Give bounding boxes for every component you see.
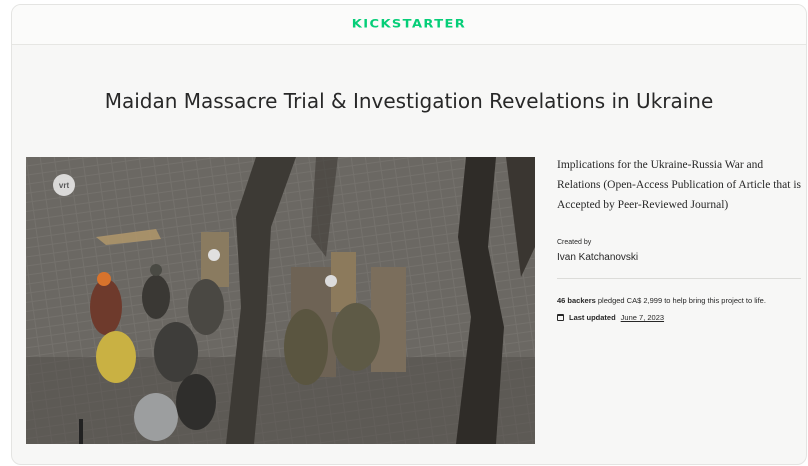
site-header: KICKSTARTER: [12, 5, 806, 45]
video-frame-image: [26, 157, 535, 444]
created-by-label: Created by: [557, 239, 592, 246]
project-video[interactable]: vrt: [26, 157, 535, 444]
creator-name[interactable]: Ivan Katchanovski: [557, 252, 806, 263]
last-updated-label: Last updated: [569, 313, 616, 322]
project-sidebar: Implications for the Ukraine-Russia War …: [557, 155, 806, 322]
funding-summary: 46 backers pledged CA$ 2,999 to help bri…: [557, 295, 806, 307]
last-updated-date-link[interactable]: June 7, 2023: [621, 313, 664, 322]
project-card: KICKSTARTER Maidan Massacre Trial & Inve…: [11, 4, 807, 465]
last-updated: Last updated June 7, 2023: [557, 313, 806, 322]
divider: [557, 278, 801, 279]
pledge-text: pledged CA$ 2,999 to help bring this pro…: [597, 296, 766, 305]
project-blurb: Implications for the Ukraine-Russia War …: [557, 159, 801, 211]
calendar-icon: [557, 314, 564, 321]
project-title: Maidan Massacre Trial & Investigation Re…: [104, 89, 714, 113]
vrt-watermark: vrt: [53, 174, 75, 196]
kickstarter-logo[interactable]: KICKSTARTER: [352, 18, 466, 32]
backers-count: 46 backers: [557, 296, 596, 305]
